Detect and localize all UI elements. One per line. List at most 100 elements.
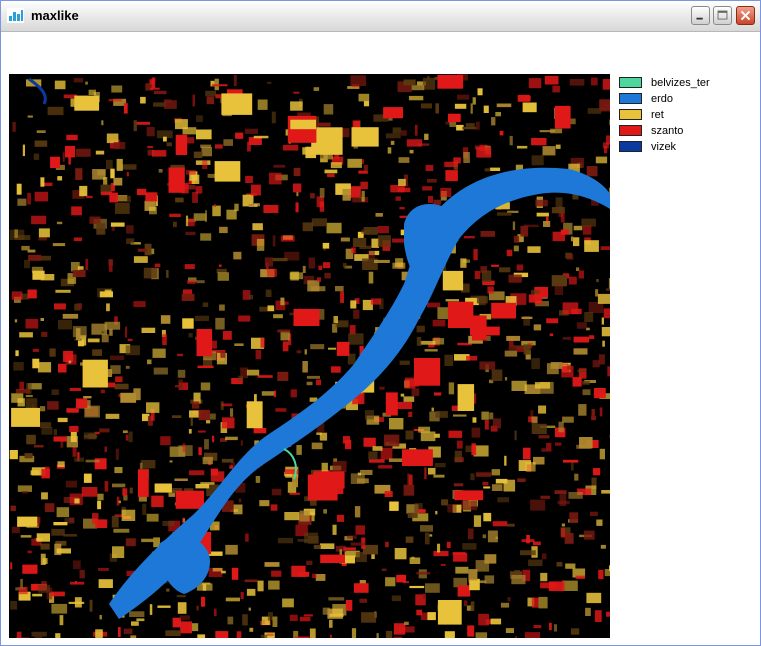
raster-field <box>448 113 461 123</box>
maximize-button[interactable] <box>713 6 732 25</box>
raster-patch <box>357 478 369 484</box>
raster-patch <box>83 473 92 483</box>
raster-patch <box>99 615 102 620</box>
raster-patch <box>604 569 610 577</box>
raster-patch <box>422 186 433 191</box>
close-button[interactable] <box>736 6 755 25</box>
raster-field <box>385 392 398 416</box>
raster-patch <box>567 254 574 260</box>
raster-patch <box>384 491 393 497</box>
raster-patch <box>517 478 526 482</box>
raster-field <box>437 74 464 89</box>
raster-patch <box>448 382 455 395</box>
raster-patch <box>416 336 422 346</box>
raster-patch <box>294 636 310 638</box>
raster-patch <box>110 168 115 179</box>
raster-patch <box>420 103 432 109</box>
raster-patch <box>74 498 80 504</box>
raster-patch <box>328 347 337 350</box>
raster-patch <box>524 632 540 638</box>
raster-patch <box>215 631 229 638</box>
raster-patch <box>404 379 416 389</box>
raster-patch <box>377 226 389 234</box>
raster-patch <box>215 317 225 330</box>
raster-patch <box>222 331 232 340</box>
raster-patch <box>177 602 187 614</box>
raster-patch <box>433 199 442 205</box>
raster-patch <box>11 526 20 534</box>
raster-patch <box>407 512 418 518</box>
raster-patch <box>576 322 587 329</box>
raster-patch <box>213 204 216 207</box>
raster-patch <box>342 436 351 444</box>
raster-patch <box>571 308 582 314</box>
minimize-button[interactable] <box>691 6 710 25</box>
raster-patch <box>393 636 403 638</box>
raster-patch <box>221 417 235 429</box>
raster-patch <box>350 75 367 86</box>
raster-patch <box>125 434 129 441</box>
raster-patch <box>123 628 133 634</box>
raster-patch <box>597 293 610 304</box>
raster-patch <box>233 504 243 515</box>
raster-patch <box>602 79 610 90</box>
raster-patch <box>466 355 478 361</box>
raster-patch <box>452 552 466 555</box>
raster-field <box>383 107 403 119</box>
raster-patch <box>591 416 596 421</box>
raster-patch <box>440 563 446 566</box>
raster-patch <box>65 145 76 158</box>
raster-patch <box>441 499 449 506</box>
raster-patch <box>397 401 413 409</box>
raster-patch <box>249 627 254 632</box>
raster-patch <box>574 473 579 481</box>
raster-patch <box>604 145 608 154</box>
raster-patch <box>193 151 203 158</box>
raster-patch <box>133 256 148 263</box>
raster-patch <box>427 75 430 80</box>
legend-swatch <box>619 125 642 136</box>
raster-patch <box>31 631 47 637</box>
raster-patch <box>123 103 128 114</box>
title-bar[interactable]: maxlike <box>1 1 760 32</box>
raster-patch <box>508 274 522 283</box>
raster-patch <box>335 286 344 292</box>
raster-patch <box>177 353 183 357</box>
raster-patch <box>212 567 223 572</box>
raster-patch <box>290 101 303 111</box>
raster-patch <box>561 527 565 538</box>
raster-patch <box>504 350 518 357</box>
raster-patch <box>319 543 335 549</box>
raster-patch <box>212 84 228 87</box>
raster-patch <box>469 578 480 591</box>
raster-patch <box>175 197 184 203</box>
raster-patch <box>100 191 113 196</box>
raster-patch <box>54 80 66 90</box>
raster-patch <box>245 175 253 183</box>
raster-patch <box>225 544 238 555</box>
raster-patch <box>603 308 610 319</box>
raster-patch <box>108 259 113 266</box>
raster-patch <box>196 605 199 611</box>
raster-patch <box>322 262 331 269</box>
raster-patch <box>204 439 209 450</box>
raster-patch <box>428 195 433 203</box>
raster-patch <box>496 212 512 216</box>
raster-patch <box>59 615 64 626</box>
raster-patch <box>53 436 67 442</box>
raster-patch <box>37 362 52 373</box>
raster-field <box>82 359 108 388</box>
raster-patch <box>32 593 43 597</box>
raster-patch <box>44 503 55 513</box>
raster-patch <box>570 236 574 242</box>
raster-patch <box>490 618 502 625</box>
raster-patch <box>420 525 433 532</box>
raster-patch <box>555 144 561 149</box>
raster-patch <box>126 172 129 177</box>
raster-patch <box>157 605 171 608</box>
raster-patch <box>523 447 531 460</box>
raster-patch <box>367 250 375 259</box>
raster-patch <box>541 448 547 452</box>
raster-patch <box>508 346 520 351</box>
raster-patch <box>433 474 445 478</box>
